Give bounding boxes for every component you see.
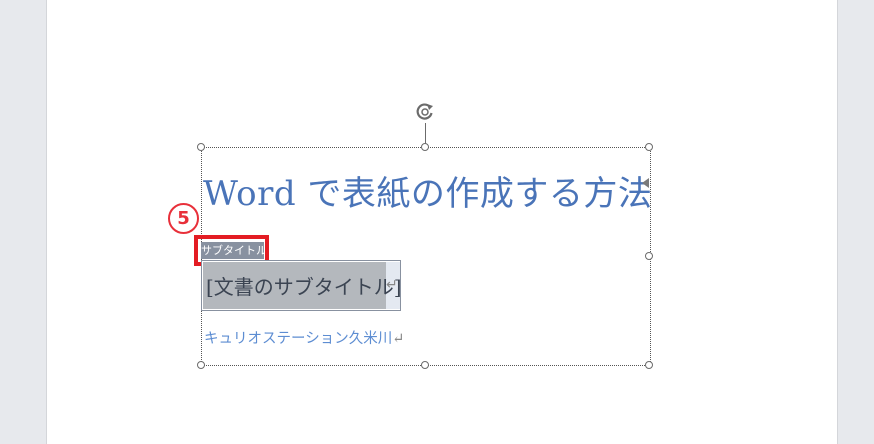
rotate-handle-icon[interactable] (414, 101, 436, 127)
paragraph-mark: ↵ (392, 331, 405, 347)
resize-handle-top-right[interactable] (645, 143, 653, 151)
resize-handle-right[interactable] (645, 252, 653, 260)
paragraph-mark: ↵ (386, 277, 398, 293)
subtitle-placeholder[interactable]: [文書のサブタイトル] (206, 271, 402, 300)
resize-handle-bottom-right[interactable] (645, 361, 653, 369)
resize-handle-top-left[interactable] (197, 143, 205, 151)
author-name: キュリオステーション久米川 (204, 331, 393, 347)
author-line[interactable]: キュリオステーション久米川↵ (204, 327, 404, 348)
resize-handle-top[interactable] (421, 143, 429, 151)
subtitle-content-control[interactable]: [文書のサブタイトル] (201, 260, 402, 311)
text-anchor-icon (642, 178, 649, 188)
resize-handle-bottom[interactable] (421, 361, 429, 369)
document-title[interactable]: Word で表紙の作成する方法 (203, 166, 652, 215)
resize-handle-bottom-left[interactable] (197, 361, 205, 369)
step-number: 5 (177, 208, 190, 229)
step-number-badge: 5 (168, 203, 199, 234)
